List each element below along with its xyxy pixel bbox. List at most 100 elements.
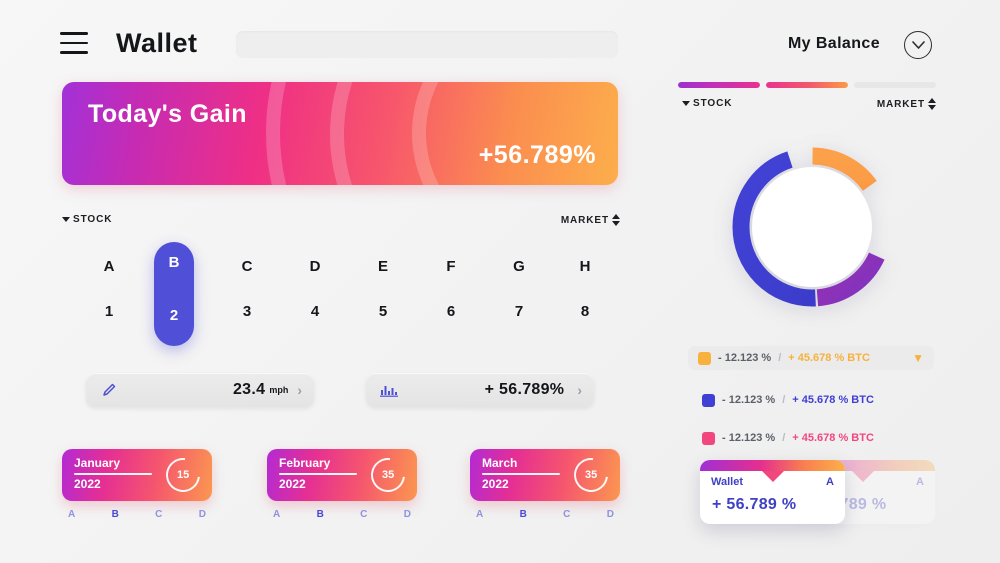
wallet-label: Wallet [711, 476, 743, 488]
grid-col-h[interactable]: H 8 [550, 246, 620, 342]
month-divider [482, 473, 560, 475]
progress-segment-3[interactable] [854, 82, 936, 88]
grid-col-a[interactable]: A 1 [74, 246, 144, 342]
month-tab-active[interactable]: B [520, 509, 527, 520]
grid-letter: H [579, 258, 591, 275]
month-name: January [74, 456, 121, 470]
month-divider [74, 473, 152, 475]
chevron-down-circle-icon[interactable] [904, 31, 932, 59]
balance-progress-bars [678, 82, 936, 90]
sort-updown-icon [928, 98, 936, 110]
balance-donut-chart[interactable] [732, 147, 892, 307]
progress-segment-1[interactable] [678, 82, 760, 88]
grid-number: 6 [446, 303, 456, 320]
month-progress-badge: 15 [159, 451, 207, 499]
chevron-right-icon[interactable]: › [297, 383, 302, 397]
month-tab[interactable]: D [607, 509, 614, 520]
grid-col-g[interactable]: G 7 [484, 246, 554, 342]
chevron-down-icon[interactable]: ▼ [912, 351, 924, 365]
month-tab-active[interactable]: B [112, 509, 119, 520]
stock-filter-label-wrap: STOCK [62, 214, 112, 225]
grid-col-d[interactable]: D 4 [280, 246, 350, 342]
grid-col-c[interactable]: C 3 [212, 246, 282, 342]
legend-row-pink[interactable]: - 12.123 % / + 45.678 % BTC [692, 426, 884, 450]
legend-separator: / [782, 394, 786, 406]
month-divider [279, 473, 357, 475]
month-progress-badge: 35 [364, 451, 412, 499]
grid-letter: B [168, 254, 180, 271]
wallet-pointer-icon [851, 471, 874, 482]
progress-segment-2[interactable] [766, 82, 848, 88]
hamburger-menu-icon[interactable] [60, 32, 88, 54]
speed-stat-card[interactable]: 23.4 mph › [86, 373, 314, 407]
legend-negative: - 12.123 % [722, 432, 776, 444]
month-year: 2022 [482, 477, 509, 491]
grid-number: 7 [514, 303, 524, 320]
month-card-january[interactable]: January 2022 15 [62, 449, 212, 501]
month-name: March [482, 456, 518, 470]
app-root: Wallet My Balance Today's Gain +56.789% … [0, 0, 1000, 563]
stock-filter-main[interactable]: STOCK [62, 214, 111, 225]
month-tab[interactable]: C [360, 509, 367, 520]
gain-stat-card[interactable]: + 56.789% › [366, 373, 594, 407]
market-label: MARKET [560, 214, 609, 226]
stat-value: 23.4 [232, 381, 266, 398]
month-tab-active[interactable]: B [317, 509, 324, 520]
wallet-pointer-icon [761, 471, 784, 482]
chevron-right-icon[interactable]: › [577, 383, 582, 397]
grid-number: 3 [242, 303, 252, 320]
app-title: Wallet [116, 28, 198, 58]
month-progress-badge: 35 [567, 451, 615, 499]
donut-center [752, 167, 872, 287]
grid-number: 4 [310, 303, 320, 320]
grid-letter: A [103, 258, 115, 275]
grid-letter: E [377, 258, 388, 275]
search-input[interactable] [236, 31, 618, 58]
month-card-february[interactable]: February 2022 35 [267, 449, 417, 501]
grid-col-e[interactable]: E 5 [348, 246, 418, 342]
month-badge-value: 35 [381, 469, 395, 481]
legend-positive: + 45.678 % BTC [788, 352, 870, 364]
stock-label: STOCK [73, 214, 113, 225]
legend-swatch-icon [698, 351, 711, 365]
month-badge-value: 35 [584, 469, 598, 481]
grid-letter: D [309, 258, 321, 275]
banner-title: Today's Gain [88, 100, 247, 128]
legend-row-blue[interactable]: - 12.123 % / + 45.678 % BTC [692, 388, 884, 412]
grid-letter: G [513, 258, 525, 275]
market-filter-side[interactable]: MARKET [874, 98, 936, 110]
stock-filter-side[interactable]: STOCK [682, 98, 732, 109]
stock-filter-label-wrap: STOCK [682, 98, 732, 109]
pencil-edit-icon [98, 381, 120, 399]
legend-separator: / [782, 432, 786, 444]
month-tab[interactable]: A [68, 509, 75, 520]
market-filter-main[interactable]: MARKET [560, 214, 620, 226]
progress-fill [766, 82, 848, 88]
grid-number: 1 [104, 303, 114, 320]
wallet-card-active[interactable]: Wallet A + 56.789 % [700, 460, 845, 524]
banner-value: +56.789% [478, 141, 596, 169]
todays-gain-banner[interactable]: Today's Gain +56.789% [62, 82, 618, 185]
wallet-value: + 56.789 % [712, 496, 797, 513]
grid-col-f[interactable]: F 6 [416, 246, 486, 342]
month-tabs-february: A B C D [267, 509, 417, 520]
month-tab[interactable]: D [199, 509, 206, 520]
legend-row-orange[interactable]: - 12.123 % / + 45.678 % BTC ▼ [688, 346, 934, 370]
caret-down-icon [682, 101, 690, 106]
month-tab[interactable]: C [155, 509, 162, 520]
month-tab[interactable]: C [563, 509, 570, 520]
grid-number: 8 [580, 303, 590, 320]
month-tab[interactable]: A [476, 509, 483, 520]
my-balance-label: My Balance [787, 35, 880, 52]
wallet-tag: A [916, 476, 924, 488]
month-tab[interactable]: A [273, 509, 280, 520]
hamburger-bar [60, 41, 88, 45]
legend-positive: + 45.678 % BTC [792, 432, 874, 444]
legend-negative: - 12.123 % [722, 394, 776, 406]
month-tab[interactable]: D [404, 509, 411, 520]
grid-number: 2 [169, 307, 179, 324]
stat-unit: mph [269, 385, 289, 395]
grid-col-b-active[interactable]: B 2 [154, 242, 194, 346]
month-card-march[interactable]: March 2022 35 [470, 449, 620, 501]
wallet-gradient-strip [700, 460, 845, 471]
